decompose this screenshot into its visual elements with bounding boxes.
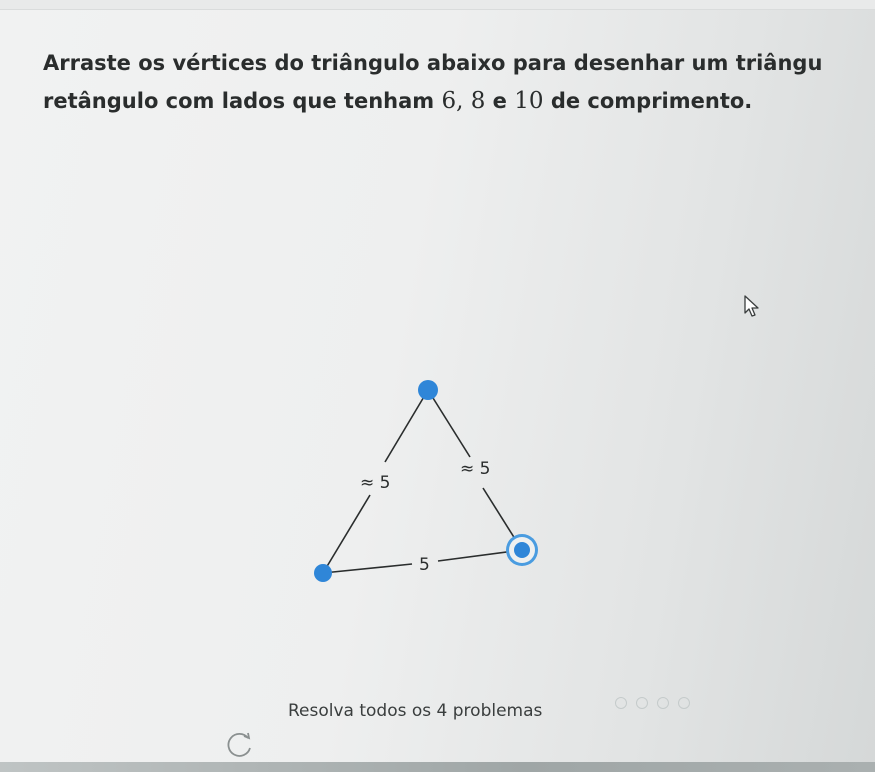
side-bottom-edge-right [437,549,523,562]
problem-progress-dots [615,697,690,709]
vertex-bottom-left[interactable] [314,564,332,582]
side-left-edge-lower [322,494,371,574]
taskbar [0,762,875,772]
progress-dot [636,697,648,709]
progress-dot [615,697,627,709]
problems-status: Resolva todos os 4 problemas [288,701,543,721]
side-right-edge-upper [427,389,471,458]
side-left-length-label: ≈ 5 [360,473,390,493]
side-right-edge-lower [482,487,523,551]
side-bottom-edge-left [322,563,413,574]
vertex-bottom-right[interactable] [514,542,530,558]
side-right-length-label: ≈ 5 [460,459,490,479]
reset-arrow-icon[interactable] [224,732,254,758]
progress-dot [657,697,669,709]
progress-dot [678,697,690,709]
side-left-edge-upper [384,389,429,463]
side-bottom-length-label: 5 [419,555,430,575]
vertex-top[interactable] [418,380,438,400]
